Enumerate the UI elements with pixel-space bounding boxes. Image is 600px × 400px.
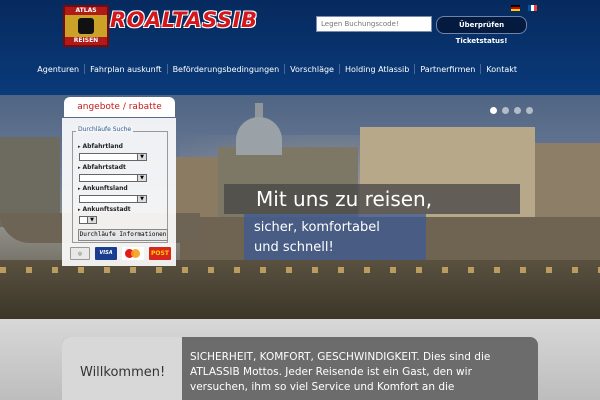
slide-dot-4[interactable]: [526, 107, 533, 114]
logo-badge-bottom: REISEN: [65, 37, 107, 45]
nav-item-vorschlaege[interactable]: Vorschläge: [285, 65, 339, 74]
search-routes-button[interactable]: Durchläufe Informationen: [78, 229, 168, 241]
chevron-down-icon: ▼: [87, 217, 96, 223]
slide-dot-2[interactable]: [502, 107, 509, 114]
arrival-country-label: Ankunftsland: [78, 185, 128, 192]
chevron-down-icon: ▼: [137, 154, 146, 160]
visa-card-icon: VISA: [95, 247, 117, 260]
hero-dome: [236, 117, 282, 155]
logo-badge-top: ATLAS: [65, 7, 107, 15]
arrival-city-label: Ankunftsstadt: [78, 206, 131, 213]
flag-french-icon[interactable]: [528, 5, 537, 11]
departure-city-select[interactable]: ▼: [79, 174, 147, 182]
hero-slogan-line2b: und schnell!: [254, 240, 334, 255]
hero-building: [535, 143, 600, 227]
mastercard-icon: [122, 247, 144, 260]
flag-german-icon[interactable]: [511, 5, 520, 11]
welcome-title-box: Willkommen!: [62, 337, 182, 400]
main-navigation: Agenturen Fahrplan auskunft Beförderungs…: [32, 64, 522, 74]
check-ticket-status-button[interactable]: Überprüfen Ticketstatus!: [436, 16, 527, 45]
nav-item-befoerderungsbedingungen[interactable]: Beförderungsbedingungen: [168, 65, 285, 74]
departure-city-label: Abfahrtstadt: [78, 164, 126, 171]
arrival-country-select[interactable]: ▼: [79, 195, 147, 203]
slide-dot-3[interactable]: [514, 107, 521, 114]
booking-code-input[interactable]: [316, 16, 432, 32]
hero-slogan-line1: Mit uns zu reisen,: [224, 184, 520, 214]
chevron-down-icon: ▼: [137, 175, 146, 181]
welcome-title: Willkommen!: [80, 365, 166, 380]
hero-slogan-line2: sicher, komfortabel und schnell!: [244, 214, 426, 260]
post-payment-icon: POST: [149, 247, 171, 260]
arrival-city-select[interactable]: ▼: [79, 216, 97, 224]
search-legend: Durchläufe Suche: [76, 126, 134, 133]
hero-city-lights: [0, 267, 600, 273]
nav-item-partnerfirmen[interactable]: Partnerfirmen: [415, 65, 480, 74]
nav-item-agenturen[interactable]: Agenturen: [32, 65, 84, 74]
welcome-text: SICHERHEIT, KOMFORT, GESCHWINDIGKEIT. Di…: [190, 351, 491, 393]
site-logo-text[interactable]: ROALTASSIB: [110, 8, 257, 32]
slideshow-pagination: [490, 107, 533, 114]
departure-country-label: Abfahrtland: [78, 143, 123, 150]
hero-slogan-line2a: sicher, komfortabel: [254, 220, 380, 235]
departure-country-select[interactable]: ▼: [79, 153, 147, 161]
nav-item-fahrplan[interactable]: Fahrplan auskunft: [85, 65, 166, 74]
chevron-down-icon: ▼: [137, 196, 146, 202]
offers-discounts-tab[interactable]: angebote / rabatte: [64, 97, 175, 117]
slide-dot-1[interactable]: [490, 107, 497, 114]
atlas-reisen-logo-icon[interactable]: ATLAS REISEN: [63, 5, 109, 47]
nav-item-holding[interactable]: Holding Atlassib: [340, 65, 414, 74]
nav-item-kontakt[interactable]: Kontakt: [481, 65, 522, 74]
bear-emblem-icon: [78, 18, 94, 34]
cash-payment-icon: ◎: [70, 247, 90, 260]
